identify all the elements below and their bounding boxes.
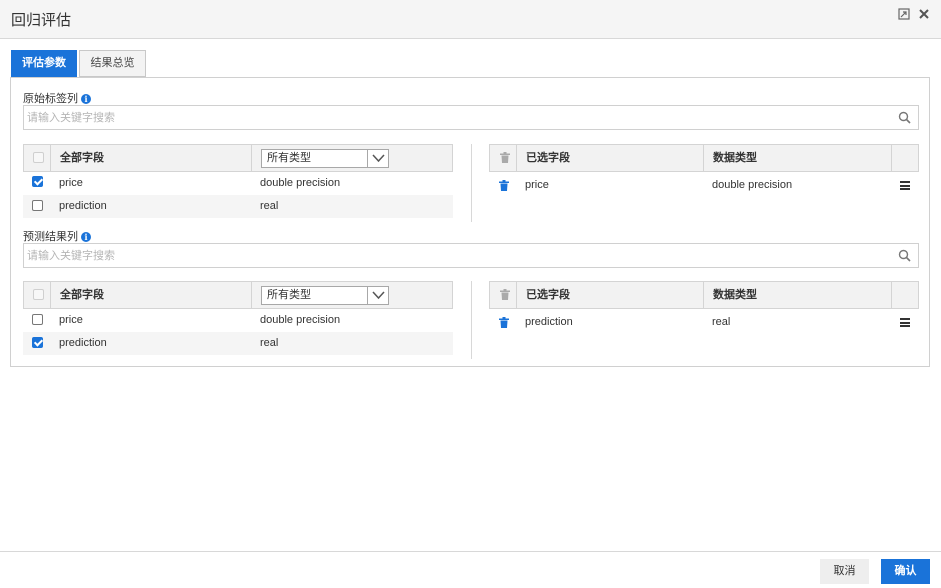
trash-icon[interactable] [499, 180, 509, 191]
table-header: 全部字段 所有类型 [23, 144, 453, 172]
field-type: double precision [260, 314, 341, 326]
field-type: real [260, 200, 279, 212]
table-row: prediction real [489, 309, 919, 336]
trash-icon[interactable] [500, 152, 510, 163]
header-all-fields: 全部字段 [60, 152, 104, 164]
field-name: prediction [59, 337, 107, 349]
all-fields-table: 全部字段 所有类型 price double precision predict… [23, 281, 453, 355]
field-type: double precision [260, 177, 341, 189]
header-data-type: 数据类型 [713, 152, 757, 164]
row-checkbox[interactable] [32, 337, 43, 348]
table-row[interactable]: prediction real [23, 332, 453, 355]
row-checkbox[interactable] [32, 314, 43, 325]
confirm-button[interactable]: 确认 [881, 559, 930, 584]
selected-fields-table: 已选字段 数据类型 prediction real [489, 281, 919, 336]
search-box-original [23, 105, 919, 130]
field-name: price [59, 177, 83, 189]
dialog-footer: 取消 确认 [0, 551, 941, 588]
field-name: prediction [59, 200, 107, 212]
header-selected-fields: 已选字段 [526, 152, 570, 164]
column-divider [471, 281, 472, 359]
chevron-down-icon [367, 287, 388, 304]
select-all-checkbox[interactable] [33, 289, 44, 300]
table-row[interactable]: price double precision [23, 309, 453, 332]
field-type: real [260, 337, 279, 349]
header-selected-fields: 已选字段 [526, 289, 570, 301]
table-row[interactable]: prediction real [23, 195, 453, 218]
info-icon[interactable]: i [81, 232, 91, 243]
column-divider [471, 144, 472, 222]
trash-icon[interactable] [500, 289, 510, 300]
type-filter-value: 所有类型 [267, 289, 311, 301]
section-label-text: 原始标签列 [23, 93, 78, 105]
search-input[interactable] [24, 244, 884, 267]
close-icon[interactable] [918, 8, 932, 22]
type-filter-select[interactable]: 所有类型 [261, 149, 389, 168]
dialog-title: 回归评估 [11, 12, 72, 29]
params-panel: 原始标签列i 全部字段 所有类型 price double precision [10, 77, 930, 367]
info-icon[interactable]: i [81, 94, 91, 105]
table-header: 已选字段 数据类型 [489, 281, 919, 309]
section-label-text: 预测结果列 [23, 231, 78, 243]
search-input[interactable] [24, 106, 884, 129]
drag-handle-icon[interactable] [900, 181, 910, 190]
header-data-type: 数据类型 [713, 289, 757, 301]
table-row: price double precision [489, 172, 919, 199]
search-icon[interactable] [898, 249, 911, 262]
table-header: 已选字段 数据类型 [489, 144, 919, 172]
field-type: real [712, 316, 731, 328]
section-label-original: 原始标签列 i [23, 90, 91, 106]
select-all-checkbox[interactable] [33, 152, 44, 163]
selected-fields-table: 已选字段 数据类型 price double precision [489, 144, 919, 199]
section-label-prediction: 预测结果列 i [23, 228, 91, 244]
search-icon[interactable] [898, 111, 911, 124]
type-filter-select[interactable]: 所有类型 [261, 286, 389, 305]
row-checkbox[interactable] [32, 176, 43, 187]
tab-result-overview[interactable]: 结果总览 [79, 50, 146, 77]
all-fields-table: 全部字段 所有类型 price double precision predict… [23, 144, 453, 218]
type-filter-value: 所有类型 [267, 152, 311, 164]
field-name: prediction [525, 316, 573, 328]
field-name: price [59, 314, 83, 326]
cancel-button[interactable]: 取消 [820, 559, 869, 584]
table-row[interactable]: price double precision [23, 172, 453, 195]
drag-handle-icon[interactable] [900, 318, 910, 327]
field-type: double precision [712, 179, 793, 191]
row-checkbox[interactable] [32, 200, 43, 211]
search-box-prediction [23, 243, 919, 268]
restore-icon[interactable] [898, 8, 912, 22]
dialog-titlebar: 回归评估 [0, 0, 941, 39]
header-all-fields: 全部字段 [60, 289, 104, 301]
trash-icon[interactable] [499, 317, 509, 328]
table-header: 全部字段 所有类型 [23, 281, 453, 309]
chevron-down-icon [367, 150, 388, 167]
tab-eval-params[interactable]: 评估参数 [11, 50, 77, 77]
field-name: price [525, 179, 549, 191]
